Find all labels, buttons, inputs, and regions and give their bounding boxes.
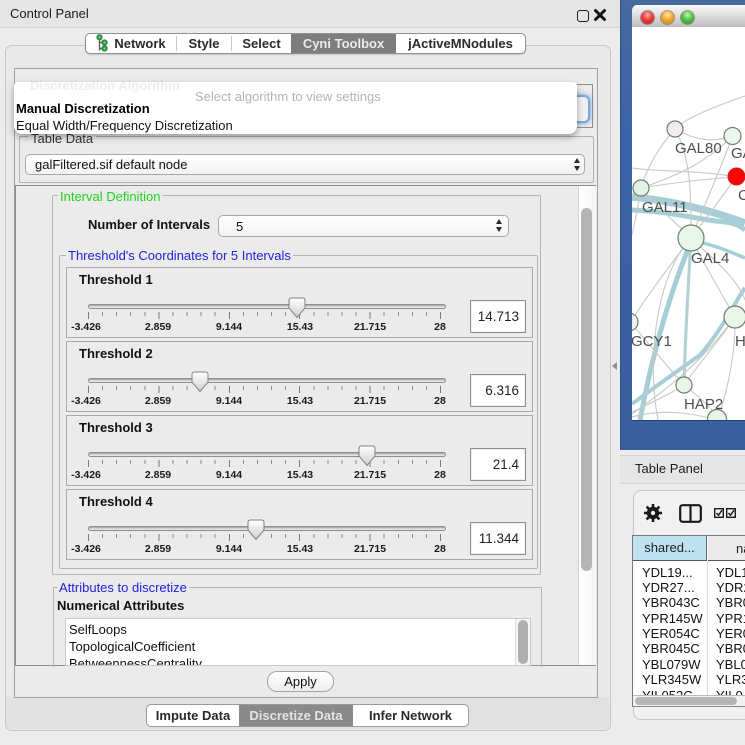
svg-text:GAL: GAL: [731, 145, 745, 162]
svg-text:HIS: HIS: [735, 333, 745, 350]
svg-text:GAL4: GAL4: [691, 250, 729, 267]
svg-text:GCY1: GCY1: [632, 333, 672, 350]
svg-text:GAL11: GAL11: [642, 199, 688, 216]
svg-text:GAL80: GAL80: [675, 140, 722, 157]
svg-text:CD: CD: [738, 187, 745, 204]
svg-text:HAP2: HAP2: [684, 396, 723, 413]
